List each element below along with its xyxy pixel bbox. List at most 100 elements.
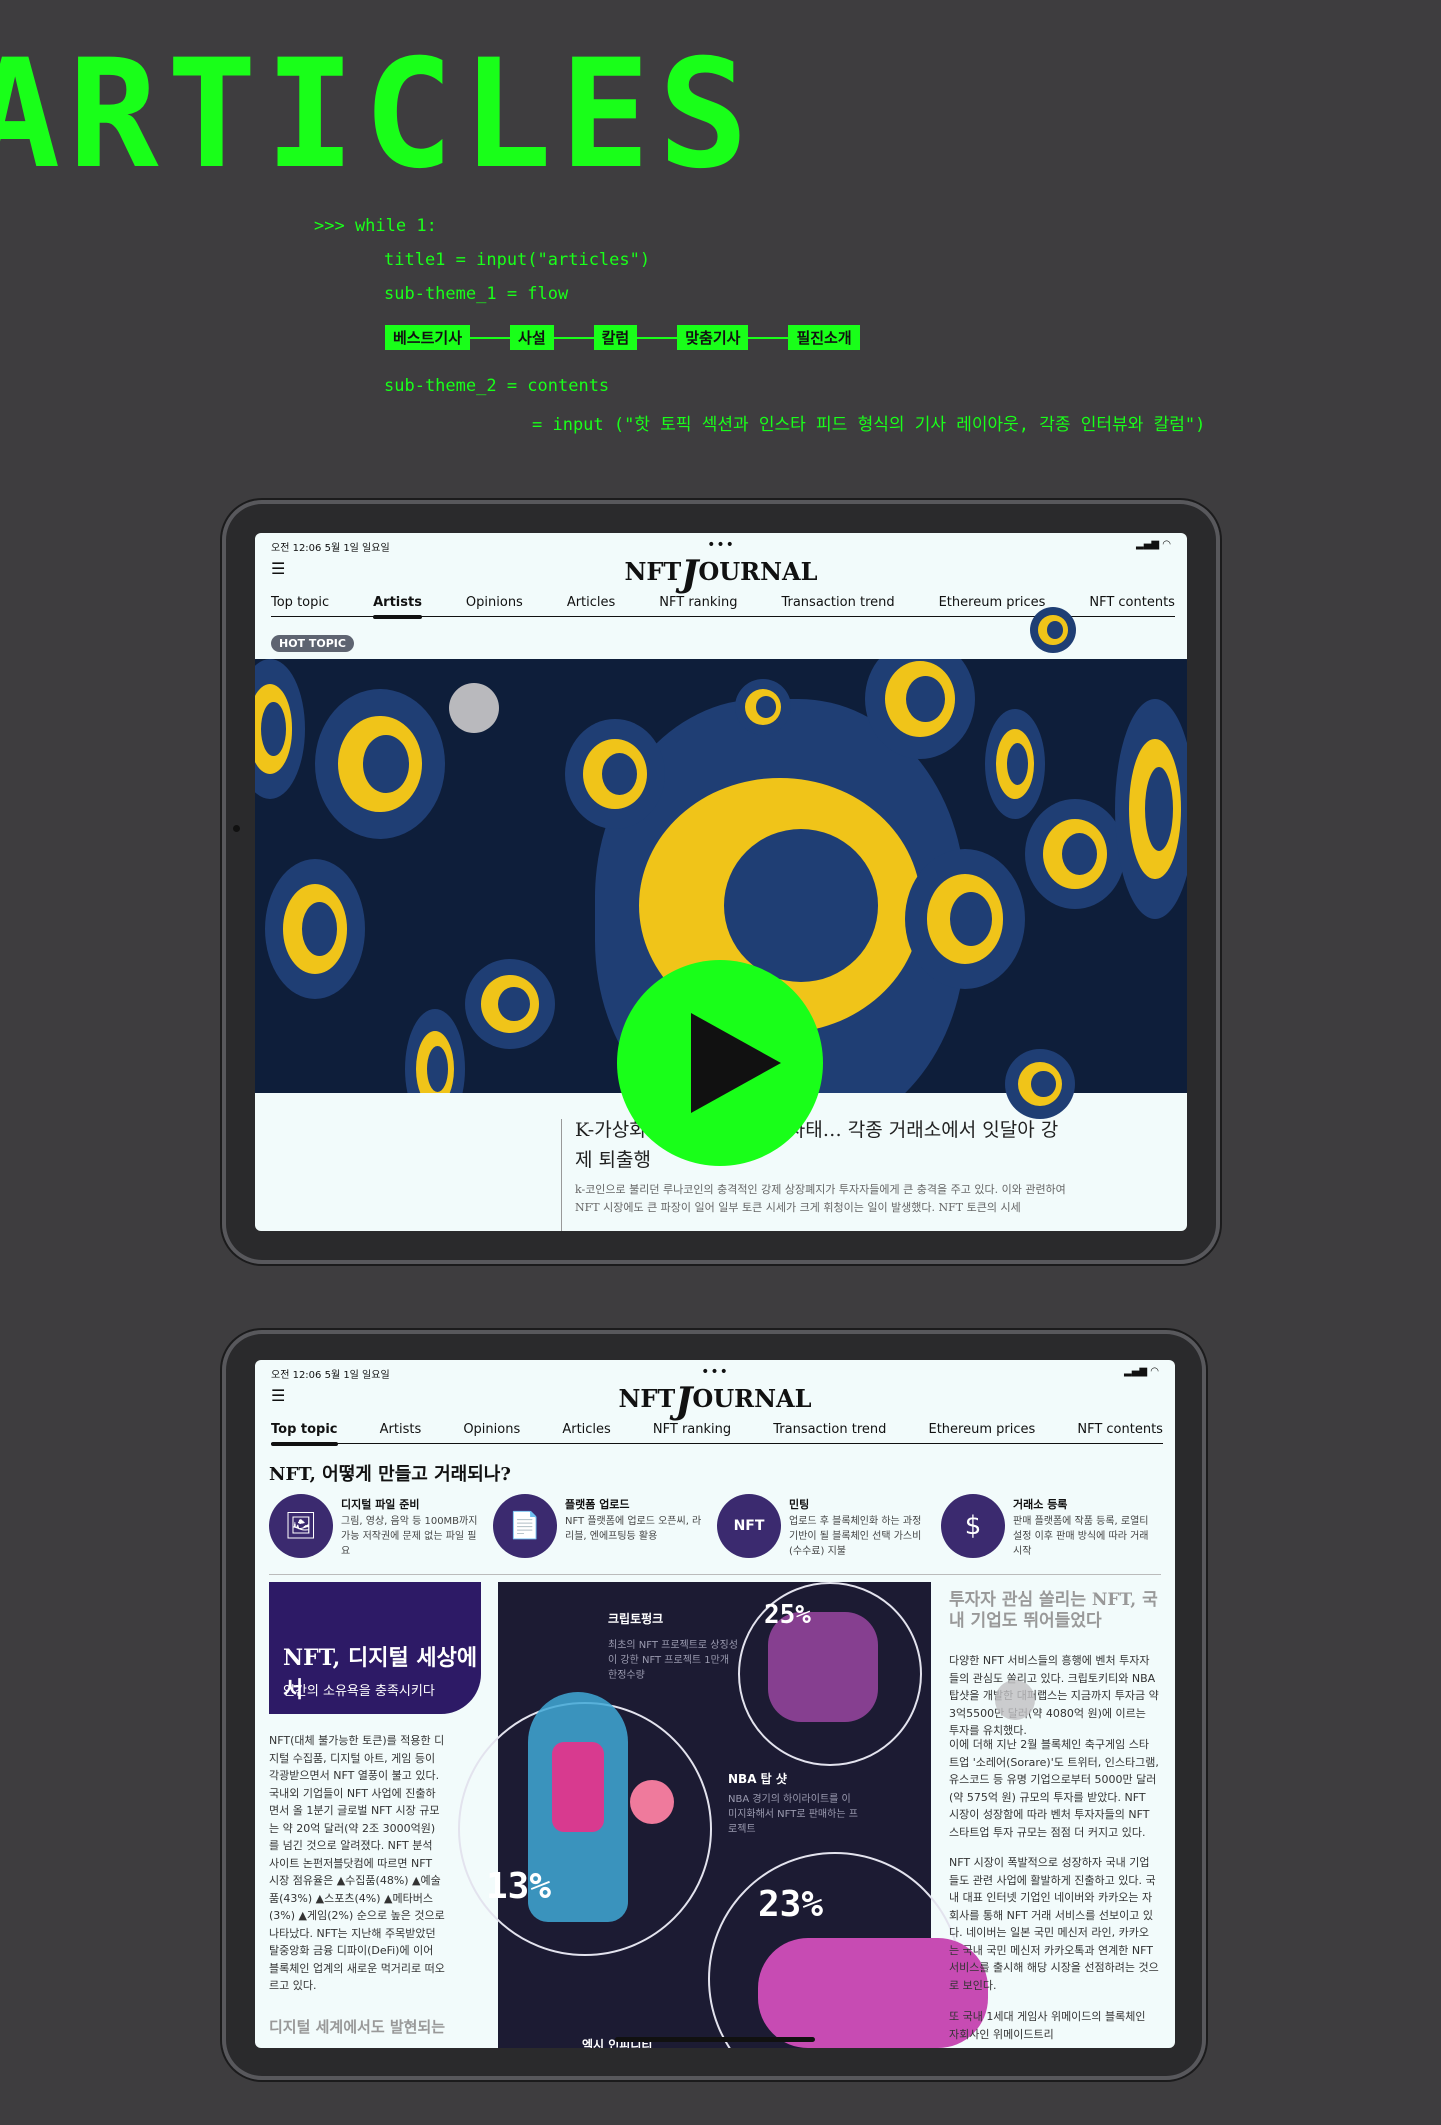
stat-label: 크립토펑크 (608, 1612, 664, 1626)
step-title: 디지털 파일 준비 (341, 1498, 420, 1511)
process-step: 📄 플랫폼 업로드 NFT 플랫폼에 업로드 오픈씨, 라리블, 엔에프팅등 활… (493, 1494, 703, 1568)
coin-image (1025, 799, 1125, 909)
coin-image (985, 709, 1045, 819)
nav-tab[interactable]: Articles (562, 1422, 610, 1437)
site-logo[interactable]: NFTJOURNAL (624, 553, 817, 595)
code-line-input: = input ("핫 토픽 섹션과 인스타 피드 형식의 기사 레이아웃, 각… (532, 415, 1206, 435)
status-bar: 오전 12:06 5월 1일 일요일 ••• ▂▄▆ ◠ (271, 537, 1171, 554)
nav-tab[interactable]: NFT ranking (659, 595, 737, 610)
flow-connector (553, 336, 594, 339)
stat-desc: NBA 경기의 하이라이트를 이미지화해서 NFT로 판매하는 프로젝트 (728, 1794, 858, 1835)
side-article-p1: 다양한 NFT 서비스들의 흥행에 벤처 투자자들의 관심도 쏠리고 있다. 크… (949, 1654, 1159, 1737)
logo-j: J (681, 553, 699, 595)
step-title: 플랫폼 업로드 (565, 1498, 630, 1511)
nft-minting-icon: NFT (717, 1494, 781, 1558)
logo-text: OURNAL (692, 1384, 812, 1413)
stat-label: NBA 탑 샷 (728, 1772, 787, 1786)
site-logo[interactable]: NFTJOURNAL (618, 1380, 811, 1422)
stat-percent: 23% (758, 1884, 824, 1925)
flow-chip: 맞춤기사 (677, 325, 749, 350)
nav-tab[interactable]: NFT contents (1089, 595, 1175, 610)
code-line-subtheme2: sub-theme_2 = contents (384, 376, 610, 396)
feature-card[interactable]: NFT, 디지털 세상에서 인간의 소유욕을 충족시키다 (269, 1582, 481, 1714)
more-icon[interactable]: ••• (701, 1364, 729, 1380)
hamburger-menu-icon[interactable]: ☰ (271, 1386, 285, 1405)
section-title: NFT, 어떻게 만들고 거래되나? (269, 1464, 511, 1485)
camera (233, 825, 240, 832)
nav-tab[interactable]: Opinions (463, 1422, 520, 1437)
flow-connector (748, 336, 789, 339)
step-title: 민팅 (789, 1498, 810, 1511)
main-nav: Top topic Artists Opinions Articles NFT … (271, 1422, 1163, 1446)
nav-tab[interactable]: Opinions (466, 595, 523, 610)
divider (269, 1574, 1161, 1575)
nav-tab[interactable]: Transaction trend (781, 595, 894, 610)
article-body-left: NFT(대체 불가능한 토큰)를 적용한 디지털 수집품, 디지털 아트, 게임… (269, 1734, 445, 1992)
tablet-screen-2: 오전 12:06 5월 1일 일요일 ••• ▂▄▆ ◠ ☰ NFTJOURNA… (255, 1360, 1175, 2048)
stat-desc: 최초의 NFT 프로젝트로 상징성이 강한 NFT 프로젝트 1만개 한정수량 (608, 1640, 738, 1681)
touch-indicator (995, 1680, 1035, 1720)
nav-tab[interactable]: Artists (380, 1422, 422, 1437)
nav-tab[interactable]: Top topic (271, 595, 329, 610)
process-step: 🖼 디지털 파일 준비 그림, 영상, 음악 등 100MB까지 가능 저작권에… (269, 1494, 479, 1568)
code-line-title: title1 = input("articles") (384, 250, 651, 270)
flow-chip: 사설 (510, 325, 554, 350)
nav-tab-active[interactable]: Top topic (271, 1422, 338, 1446)
coin-image (465, 959, 555, 1049)
flow-connector (637, 336, 678, 339)
more-icon[interactable]: ••• (707, 537, 735, 553)
headline-rule (561, 1119, 562, 1231)
flow-connector (470, 336, 511, 339)
signal-wifi-icon: ▂▄▆ ◠ (1136, 539, 1171, 550)
step-desc: 업로드 후 블록체인화 하는 과정 기반이 될 블록체인 선택 가스비 (수수료… (789, 1516, 922, 1557)
nav-tab-active[interactable]: Artists (373, 595, 422, 619)
image-file-icon: 🖼 (269, 1494, 333, 1558)
infographic[interactable]: 25% 크립토펑크 최초의 NFT 프로젝트로 상징성이 강한 NFT 프로젝트… (458, 1582, 988, 2048)
signal-wifi-icon: ▂▄▆ ◠ (1124, 1366, 1159, 1377)
stat-percent: 13% (486, 1866, 552, 1907)
stat-percent: 25% (764, 1600, 811, 1630)
coin-image (1030, 607, 1076, 653)
coin-image (565, 719, 665, 829)
flow-chip: 필진소개 (788, 325, 860, 350)
side-article-title[interactable]: 투자자 관심 쏠리는 NFT, 국내 기업도 뛰어들었다 (949, 1590, 1159, 1632)
nav-tab[interactable]: Articles (567, 595, 615, 610)
marketplace-icon: $ (941, 1494, 1005, 1558)
subheading: 디지털 세계에서도 발현되는 (269, 2018, 446, 2036)
play-button[interactable] (617, 960, 823, 1166)
hamburger-menu-icon[interactable]: ☰ (271, 559, 285, 578)
process-step: NFT 민팅 업로드 후 블록체인화 하는 과정 기반이 될 블록체인 선택 가… (717, 1494, 927, 1568)
side-article-p2: 이에 더해 지난 2월 블록체인 축구게임 스타트업 '소레어(Sorare)'… (949, 1738, 1159, 1839)
coin-image (405, 1009, 465, 1093)
hot-topic-badge: HOT TOPIC (271, 635, 354, 652)
home-indicator[interactable] (615, 2037, 815, 2042)
status-time: 오전 12:06 5월 1일 일요일 (271, 543, 390, 554)
logo-text: OURNAL (698, 557, 818, 586)
coin-image (905, 849, 1025, 989)
flow-chip: 베스트기사 (385, 325, 471, 350)
step-desc: NFT 플랫폼에 업로드 오픈씨, 라리블, 엔에프팅등 활용 (565, 1516, 702, 1542)
logo-j: J (675, 1380, 693, 1422)
coin-image (255, 659, 305, 799)
nav-tab[interactable]: NFT ranking (653, 1422, 731, 1437)
basketball-illustration (630, 1780, 674, 1824)
logo-text: NFT (624, 557, 682, 586)
coin-image (265, 859, 365, 999)
nav-tab[interactable]: Ethereum prices (928, 1422, 1035, 1437)
upload-document-icon: 📄 (493, 1494, 557, 1558)
nav-tab[interactable]: Transaction trend (773, 1422, 886, 1437)
tablet-frame-2: 오전 12:06 5월 1일 일요일 ••• ▂▄▆ ◠ ☰ NFTJOURNA… (222, 1330, 1206, 2080)
nav-tab[interactable]: NFT contents (1077, 1422, 1163, 1437)
side-article-p4: 또 국내 1세대 게임사 위메이드의 블록체인 자회사인 위메이드트리 (949, 2010, 1146, 2041)
status-time: 오전 12:06 5월 1일 일요일 (271, 1370, 390, 1381)
feature-subtitle: 인간의 소유욕을 충족시키다 (283, 1684, 435, 1699)
article-lead: k-코인으로 불리던 루나코인의 충격적인 강제 상장폐지가 투자자들에게 큰 … (575, 1183, 1066, 1214)
hero-title: ARTICLES (0, 28, 757, 202)
coin-image (1115, 699, 1187, 919)
touch-indicator (449, 683, 499, 733)
coin-image (1005, 1049, 1075, 1119)
nav-tab[interactable]: Ethereum prices (939, 595, 1046, 610)
step-desc: 그림, 영상, 음악 등 100MB까지 가능 저작권에 문제 없는 파일 필요 (341, 1516, 478, 1557)
code-line-subtheme1: sub-theme_1 = flow (384, 284, 569, 304)
logo-text: NFT (618, 1384, 676, 1413)
